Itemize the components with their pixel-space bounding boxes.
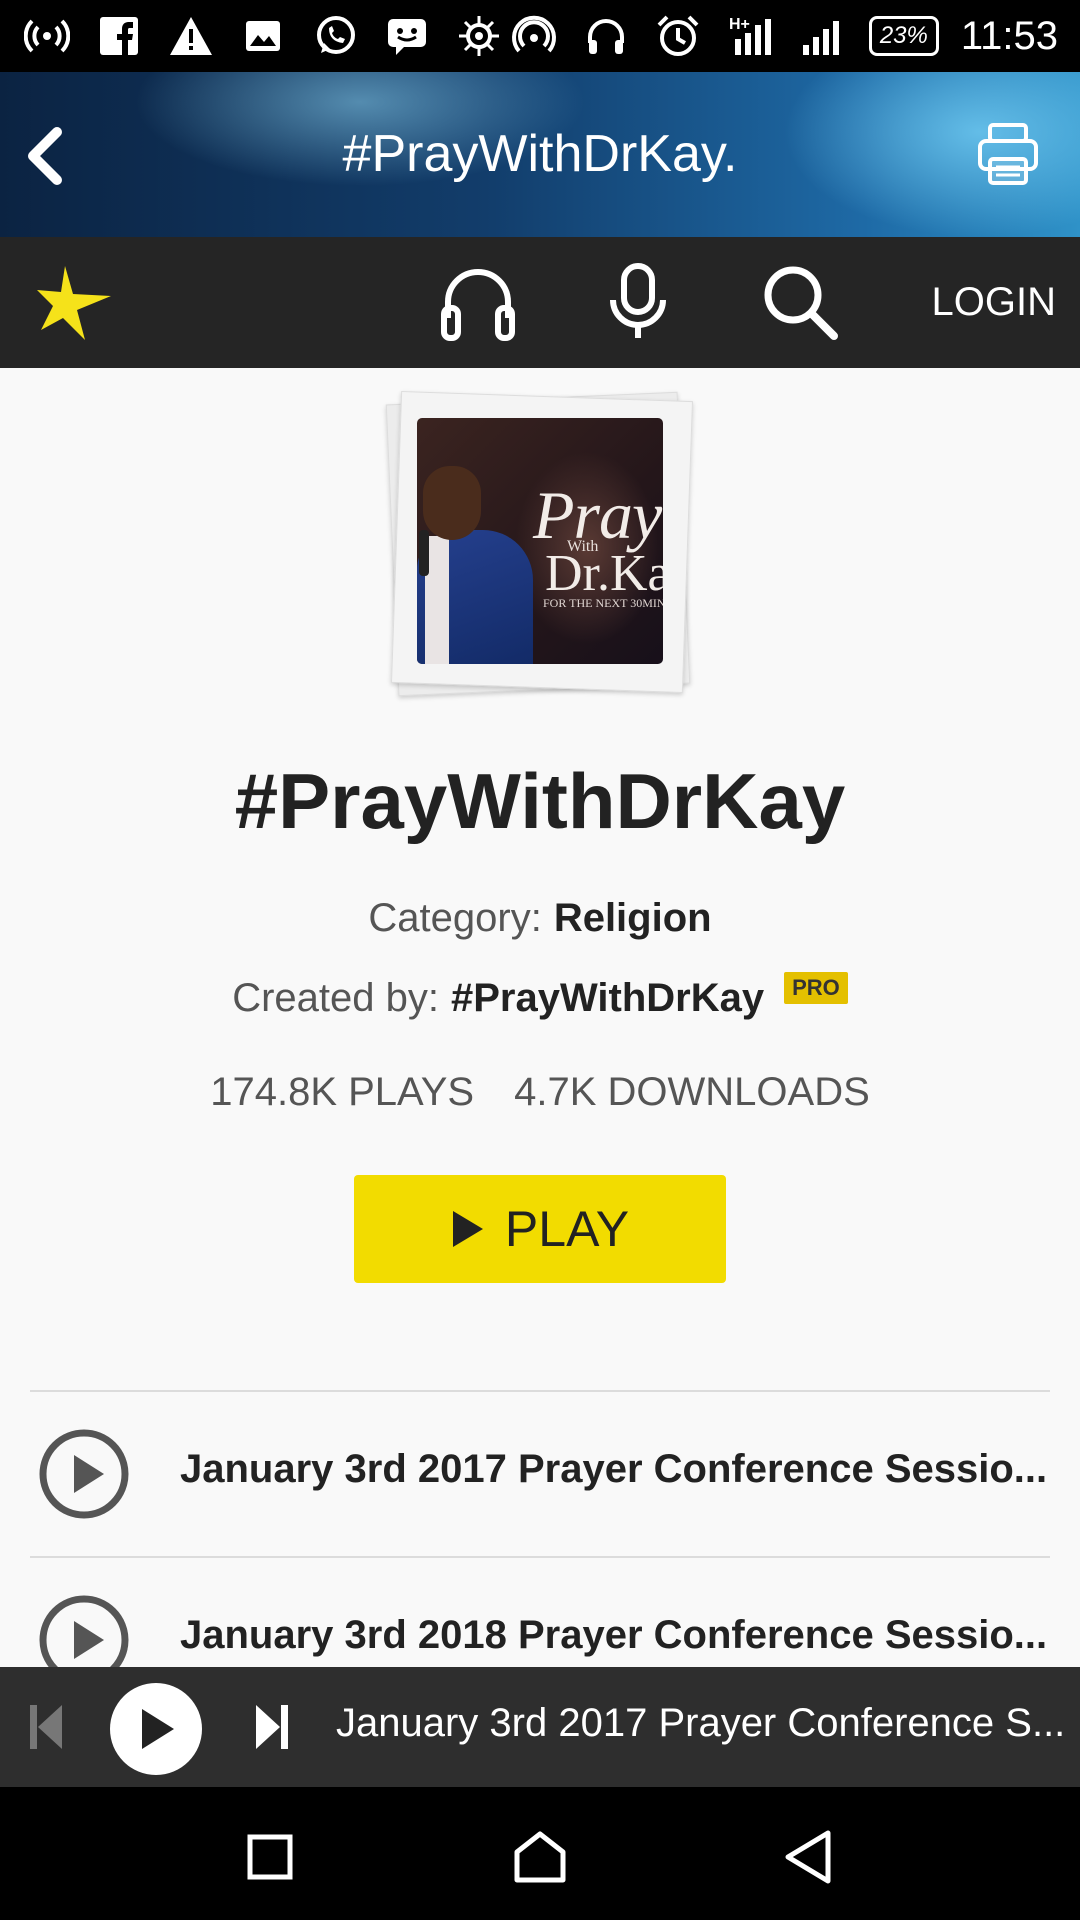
headset-icon [581, 14, 631, 58]
system-back-button[interactable] [768, 1817, 848, 1897]
print-button[interactable] [972, 116, 1044, 192]
microphone-icon [610, 263, 666, 338]
cover-image[interactable]: Pray With Dr.Ka FOR THE NEXT 30MIN [417, 418, 663, 664]
home-button[interactable] [500, 1817, 580, 1897]
recents-button[interactable] [230, 1817, 310, 1897]
clock: 11:53 [960, 13, 1058, 58]
cast-icon [509, 14, 559, 58]
mini-player-play-button[interactable] [110, 1683, 202, 1775]
login-link[interactable]: LOGIN [932, 259, 1056, 345]
printer-icon [978, 123, 1038, 185]
now-playing-title: January 3rd 2017 Prayer Conference S... [336, 1701, 1066, 1745]
mini-player[interactable]: January 3rd 2017 Prayer Conference S... [0, 1667, 1080, 1787]
whatsapp-icon [310, 14, 360, 58]
downloads-count: 4.7K DOWNLOADS [514, 1070, 870, 1114]
warning-icon [166, 14, 216, 58]
play-button-label: PLAY [504, 1201, 630, 1257]
headphones-icon [441, 269, 515, 341]
header-title: #PrayWithDrKay. [342, 125, 738, 183]
play-icon [142, 1709, 174, 1749]
status-icons-right: H+ 23% 11:53 [509, 14, 1058, 59]
home-icon [514, 1831, 566, 1883]
creator-link[interactable]: #PrayWithDrKay [451, 976, 764, 1020]
network-hplus-icon: H+ [725, 14, 775, 58]
toolbar: LOGIN [0, 237, 1080, 368]
battery-indicator: 23% [868, 16, 939, 56]
category-link[interactable]: Religion [554, 896, 712, 940]
star-logo-icon [37, 266, 111, 340]
home-logo-button[interactable] [30, 259, 120, 345]
episode-title: January 3rd 2018 Prayer Conference Sessi… [180, 1613, 1048, 1657]
created-by-label: Created by: [232, 976, 439, 1020]
triangle-back-icon [785, 1830, 831, 1884]
skip-next-icon[interactable] [252, 1701, 292, 1753]
stats-line: 174.8K PLAYS 4.7K DOWNLOADS [0, 1070, 1080, 1115]
plays-count: 174.8K PLAYS [210, 1070, 475, 1114]
signal-icon [797, 14, 847, 58]
channel-cover: Pray With Dr.Ka FOR THE NEXT 30MIN [385, 390, 694, 697]
cover-text-sub: FOR THE NEXT 30MIN [543, 596, 663, 610]
skip-previous-icon[interactable] [26, 1701, 66, 1753]
hotspot-icon [22, 14, 72, 58]
episode-row[interactable]: January 3rd 2017 Prayer Conference Sessi… [0, 1392, 1080, 1556]
system-nav-bar [0, 1787, 1080, 1920]
channel-title: #PrayWithDrKay [234, 757, 846, 845]
play-circle-icon[interactable] [38, 1428, 130, 1520]
creator-line: Created by: #PrayWithDrKay PRO [0, 972, 1080, 1021]
episode-title: January 3rd 2017 Prayer Conference Sessi… [180, 1447, 1048, 1491]
messenger-icon [382, 14, 432, 58]
image-icon [238, 14, 288, 58]
category-label: Category: [368, 896, 542, 940]
alarm-icon [653, 14, 703, 58]
svg-text:H+: H+ [729, 16, 750, 33]
play-icon [452, 1211, 483, 1247]
settings-wheel-icon [454, 14, 504, 58]
square-icon [247, 1834, 293, 1880]
app-header: #PrayWithDrKay. [0, 72, 1080, 237]
play-all-button[interactable]: PLAY [354, 1175, 726, 1283]
cover-microphone [419, 530, 429, 576]
search-button[interactable] [752, 259, 848, 345]
category-line: Category: Religion [0, 896, 1080, 941]
search-icon [764, 266, 838, 340]
listen-button[interactable] [436, 259, 520, 345]
pro-badge: PRO [784, 972, 848, 1004]
record-button[interactable] [598, 259, 678, 345]
cover-text-dr: Dr.Ka [545, 545, 663, 602]
facebook-icon [94, 14, 144, 58]
status-icons-left [22, 14, 504, 58]
cover-person-head [423, 466, 481, 540]
status-bar: H+ 23% 11:53 [0, 0, 1080, 72]
